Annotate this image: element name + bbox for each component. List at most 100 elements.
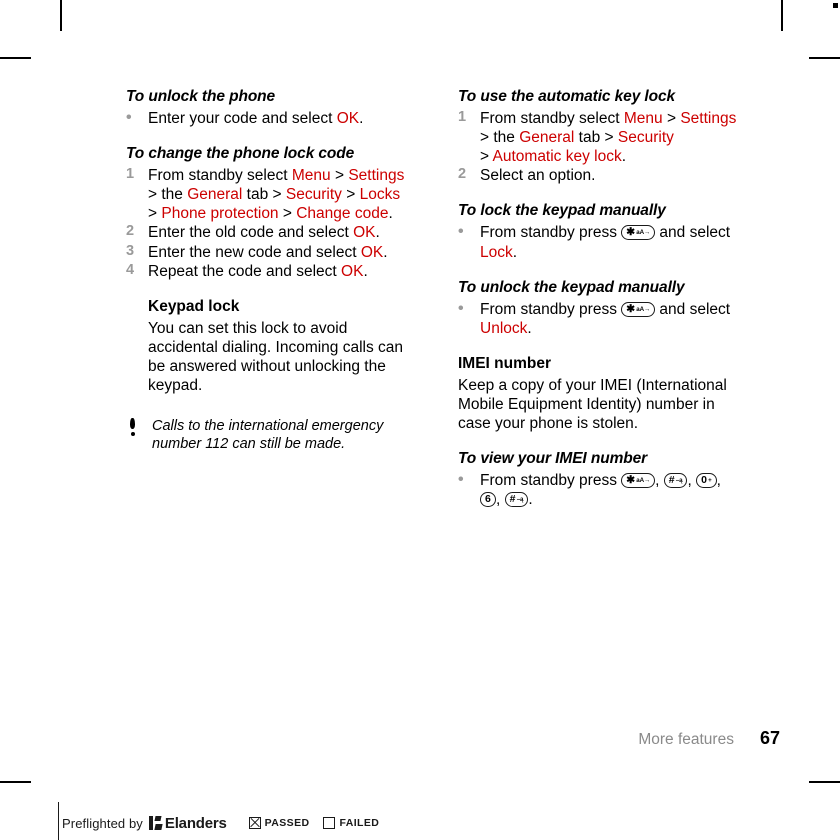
keypad-key-six-icon: 6 bbox=[480, 492, 497, 508]
menu-path-token: OK bbox=[336, 109, 360, 127]
preflight-brand: Elanders bbox=[164, 814, 227, 832]
step-marker: • bbox=[458, 299, 464, 317]
keypad-key-star-icon: ✱aA→ bbox=[621, 473, 656, 489]
section-heading: To unlock the phone bbox=[126, 88, 276, 105]
exclamation-icon bbox=[128, 418, 138, 438]
step-text: > bbox=[330, 166, 349, 184]
menu-path-token: Unlock bbox=[480, 319, 528, 337]
step-item: • Enter your code and select OK. bbox=[126, 109, 418, 128]
step-item: 4 Repeat the code and select OK. bbox=[126, 262, 418, 281]
step-text: Enter your code and select bbox=[148, 109, 337, 127]
step-text: Enter the new code and select bbox=[148, 243, 361, 261]
step-text: From standby press bbox=[480, 224, 622, 242]
page-number: 67 bbox=[759, 728, 780, 748]
step-text: > the bbox=[148, 186, 188, 204]
section-keypad-lock: Keypad lock You can set this lock to avo… bbox=[126, 298, 418, 395]
step-list: • From standby press ✱aA→ and select Unlo… bbox=[458, 300, 750, 338]
preflight-label: Preflighted by bbox=[62, 815, 143, 831]
section-unlock-phone: To unlock the phone • Enter your code and… bbox=[126, 88, 418, 128]
step-text: . bbox=[621, 148, 627, 166]
section-automatic-key-lock: To use the automatic key lock 1 From stan… bbox=[458, 88, 750, 185]
keypad-key-star-icon: ✱aA→ bbox=[621, 301, 656, 317]
preflight-failed: FAILED bbox=[323, 817, 379, 829]
step-item: 1 From standby select Menu > Settings > th… bbox=[126, 166, 418, 223]
menu-path-token: Security bbox=[617, 129, 674, 147]
preflight-bar: Preflighted by Elanders PASSED FAILED bbox=[62, 806, 393, 840]
menu-path-token: OK bbox=[353, 224, 376, 242]
step-item: • From standby press ✱aA→ and select Unlo… bbox=[458, 300, 750, 338]
step-item: 3 Enter the new code and select OK. bbox=[126, 243, 418, 262]
step-item: 2 Select an option. bbox=[458, 166, 750, 185]
step-text: . bbox=[363, 262, 368, 280]
step-marker: 1 bbox=[458, 108, 467, 125]
step-text: . bbox=[512, 243, 518, 261]
step-list: • Enter your code and select OK. bbox=[126, 109, 418, 128]
step-marker: • bbox=[126, 108, 132, 126]
elanders-logo-icon bbox=[148, 816, 163, 830]
step-text: . bbox=[375, 224, 380, 242]
section-heading: To lock the keypad manually bbox=[458, 202, 666, 220]
step-text: . bbox=[359, 109, 364, 127]
checkbox-empty-icon bbox=[323, 817, 336, 829]
preflight-passed: PASSED bbox=[248, 817, 310, 829]
step-text: > bbox=[480, 148, 493, 166]
step-text: From standby press bbox=[480, 300, 622, 318]
section-lock-keypad-manually: To lock the keypad manually • From standb… bbox=[458, 202, 750, 261]
step-text: , bbox=[496, 491, 505, 509]
step-text: . bbox=[528, 491, 533, 509]
step-text: Enter the old code and select bbox=[148, 224, 354, 242]
left-column: To unlock the phone • Enter your code and… bbox=[126, 88, 418, 454]
page-footer: More features 67 bbox=[0, 728, 780, 749]
step-text: > bbox=[662, 109, 681, 127]
preflight-failed-label: FAILED bbox=[339, 817, 380, 829]
step-marker: 2 bbox=[126, 223, 135, 240]
menu-path-token: Settings bbox=[348, 166, 405, 184]
menu-path-token: Menu bbox=[623, 109, 663, 127]
keypad-key-hash-icon: #–ą bbox=[663, 473, 688, 489]
step-text: . bbox=[383, 243, 388, 261]
step-text: . bbox=[527, 319, 532, 337]
menu-path-token: General bbox=[187, 186, 243, 204]
step-marker: 3 bbox=[126, 242, 135, 259]
menu-path-token: Change code bbox=[296, 205, 389, 223]
menu-path-token: Menu bbox=[291, 166, 331, 184]
section-change-lock-code: To change the phone lock code 1 From stan… bbox=[126, 145, 418, 281]
menu-path-token: General bbox=[519, 129, 575, 147]
step-item: 2 Enter the old code and select OK. bbox=[126, 223, 418, 242]
section-heading: Keypad lock bbox=[148, 297, 240, 315]
keypad-key-star-icon: ✱aA→ bbox=[621, 225, 656, 241]
section-body: You can set this lock to avoid accidenta… bbox=[148, 319, 404, 395]
keypad-key-zero-icon: 0+ bbox=[696, 473, 717, 489]
menu-path-token: Security bbox=[285, 186, 342, 204]
step-text: Repeat the code and select bbox=[148, 262, 342, 280]
section-body: Keep a copy of your IMEI (International … bbox=[458, 376, 727, 433]
section-unlock-keypad-manually: To unlock the keypad manually • From stan… bbox=[458, 279, 750, 338]
menu-path-token: OK bbox=[360, 243, 384, 261]
note-text: Calls to the international emergency num… bbox=[152, 418, 384, 453]
keypad-key-hash-icon: #–ą bbox=[504, 492, 529, 508]
section-heading: To view your IMEI number bbox=[458, 450, 648, 468]
section-heading: IMEI number bbox=[458, 354, 552, 372]
step-text: > the bbox=[480, 129, 520, 147]
emergency-note: Calls to the international emergency num… bbox=[126, 417, 418, 453]
checkbox-checked-icon bbox=[248, 817, 261, 829]
step-text: > bbox=[278, 205, 297, 223]
step-text: tab > bbox=[242, 186, 286, 204]
step-marker: 4 bbox=[126, 261, 135, 278]
menu-path-token: Settings bbox=[680, 109, 737, 127]
step-list: 1 From standby select Menu > Settings > th… bbox=[458, 109, 750, 186]
step-text: and select bbox=[655, 224, 731, 242]
section-view-imei: To view your IMEI number • From standby p… bbox=[458, 450, 750, 509]
step-text: Select an option. bbox=[480, 167, 596, 185]
step-list: • From standby press ✱aA→, #–ą, 0+, 6, #–ą… bbox=[458, 471, 750, 509]
step-text: From standby select bbox=[480, 109, 624, 127]
manual-page: To unlock the phone • Enter your code and… bbox=[0, 0, 840, 840]
menu-path-token: Phone protection bbox=[161, 205, 279, 223]
step-text: > bbox=[148, 205, 162, 223]
